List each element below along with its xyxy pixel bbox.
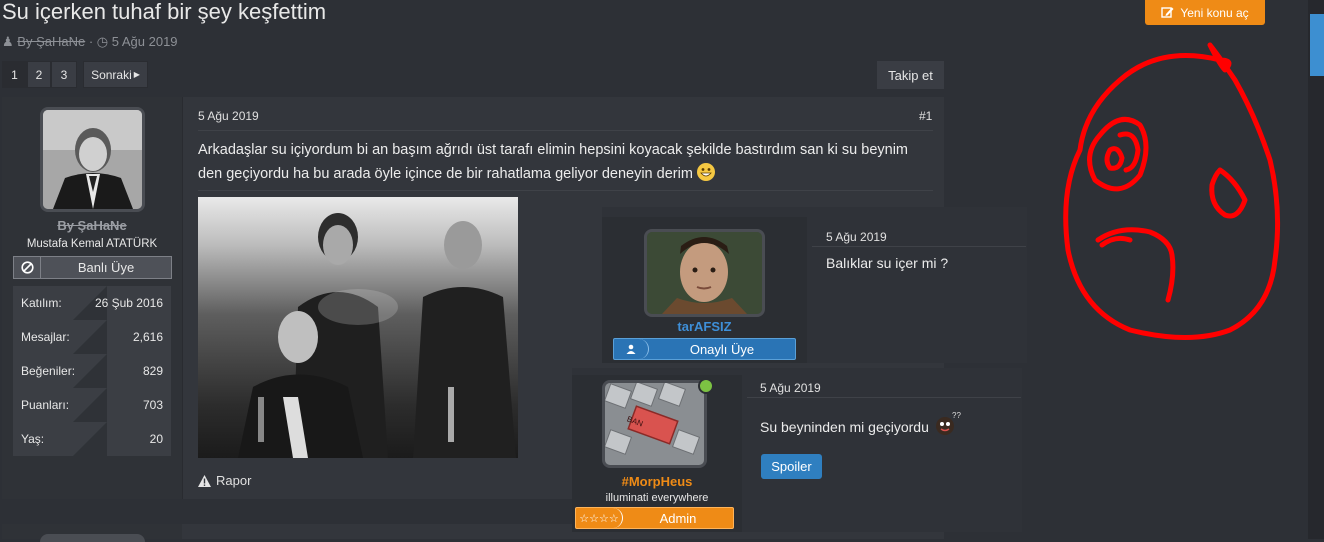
portrait-image xyxy=(43,110,142,209)
thread-meta: ♟ By ŞaHaNe · ◷ 5 Ağu 2019 xyxy=(2,34,178,49)
stat-messages: Mesajlar: 2,616 xyxy=(13,320,171,354)
reply-2-body: Su beyninden mi geçiyordu ?? xyxy=(760,411,963,438)
reply-2-divider xyxy=(747,397,1021,398)
post-body-divider xyxy=(198,190,933,191)
post-date[interactable]: 5 Ağu 2019 xyxy=(198,109,259,123)
post-number[interactable]: #1 xyxy=(919,109,932,123)
page-2-button[interactable]: 2 xyxy=(27,61,51,88)
reply-1-avatar[interactable] xyxy=(644,229,765,317)
new-thread-button[interactable]: Yeni konu aç xyxy=(1145,0,1265,25)
stat-joined: Katılım: 26 Şub 2016 xyxy=(13,286,171,320)
report-label: Rapor xyxy=(216,473,252,488)
reply-1-author-name[interactable]: tarAFSIZ xyxy=(602,319,807,334)
stars-icon: ☆☆☆☆ xyxy=(576,508,623,528)
page-3-button[interactable]: 3 xyxy=(51,61,77,88)
author-name[interactable]: By ŞaHaNe xyxy=(2,218,182,233)
grin-emoji-icon xyxy=(696,163,715,181)
thread-title: Su içerken tuhaf bir şey keşfettim xyxy=(2,0,327,24)
reply-1-date[interactable]: 5 Ağu 2019 xyxy=(826,230,887,244)
author-stats: Katılım: 26 Şub 2016 Mesajlar: 2,616 Beğen… xyxy=(13,286,171,456)
admin-banner: ☆☆☆☆ Admin xyxy=(575,507,734,529)
report-link[interactable]: Rapor xyxy=(198,473,251,488)
spoiler-button[interactable]: Spoiler xyxy=(761,454,822,479)
reply-2-date[interactable]: 5 Ağu 2019 xyxy=(760,381,821,395)
approved-banner-label: Onaylı Üye xyxy=(689,341,755,357)
user-icon xyxy=(614,339,649,359)
scrollbar[interactable] xyxy=(1308,0,1324,539)
admin-banner-label: Admin xyxy=(659,510,697,526)
new-thread-label: Yeni konu aç xyxy=(1180,5,1249,20)
author-avatar[interactable] xyxy=(40,107,145,212)
reply-1-divider xyxy=(812,246,1026,247)
reply-2-author-name[interactable]: #MorpHeus xyxy=(572,474,742,489)
author-title: Mustafa Kemal ATATÜRK xyxy=(26,238,158,250)
thread-date: 5 Ağu 2019 xyxy=(111,34,178,49)
edit-icon xyxy=(1161,7,1174,18)
caret-right-icon: ▶ xyxy=(133,70,140,79)
stat-age: Yaş: 20 xyxy=(13,422,171,456)
reply-1-avatar-image xyxy=(647,232,762,314)
follow-button[interactable]: Takip et xyxy=(877,61,944,89)
stat-points: Puanları: 703 xyxy=(13,388,171,422)
stat-likes: Beğeniler: 829 xyxy=(13,354,171,388)
online-indicator xyxy=(698,378,714,394)
post-body: Arkadaşlar su içiyordum bi an başım ağrı… xyxy=(198,138,933,186)
historic-photo-image xyxy=(238,213,516,458)
next-post-avatar[interactable] xyxy=(40,534,145,542)
page-1-button[interactable]: 1 xyxy=(2,61,27,88)
clock-icon: ◷ xyxy=(96,34,109,49)
reply-2-text: Su beyninden mi geçiyordu xyxy=(760,419,929,435)
next-page-button[interactable]: Sonraki ▶ xyxy=(83,61,148,88)
warning-icon xyxy=(198,474,211,487)
user-icon: ♟ xyxy=(2,34,14,49)
thinking-face-emoji-icon: ?? xyxy=(933,411,963,438)
reply-2-author-title: illuminati everywhere xyxy=(605,492,709,504)
post-text: Arkadaşlar su içiyordum bi an başım ağrı… xyxy=(198,142,909,182)
post-header-divider xyxy=(198,130,933,131)
reply-2-avatar[interactable] xyxy=(602,380,707,468)
ban-icon xyxy=(14,257,41,278)
banner-label: Banlı Üye xyxy=(77,260,135,275)
ban-key-image xyxy=(605,383,704,465)
banned-member-banner: Banlı Üye xyxy=(13,256,172,279)
red-face-doodle xyxy=(1063,42,1281,340)
svg-text:??: ?? xyxy=(952,411,961,420)
approved-member-banner: Onaylı Üye xyxy=(613,338,796,360)
thread-author[interactable]: By ŞaHaNe xyxy=(17,34,85,49)
embedded-photo[interactable] xyxy=(198,197,518,458)
reply-1-text: Balıklar su içer mi ? xyxy=(826,255,949,271)
scrollbar-thumb[interactable] xyxy=(1310,14,1324,76)
